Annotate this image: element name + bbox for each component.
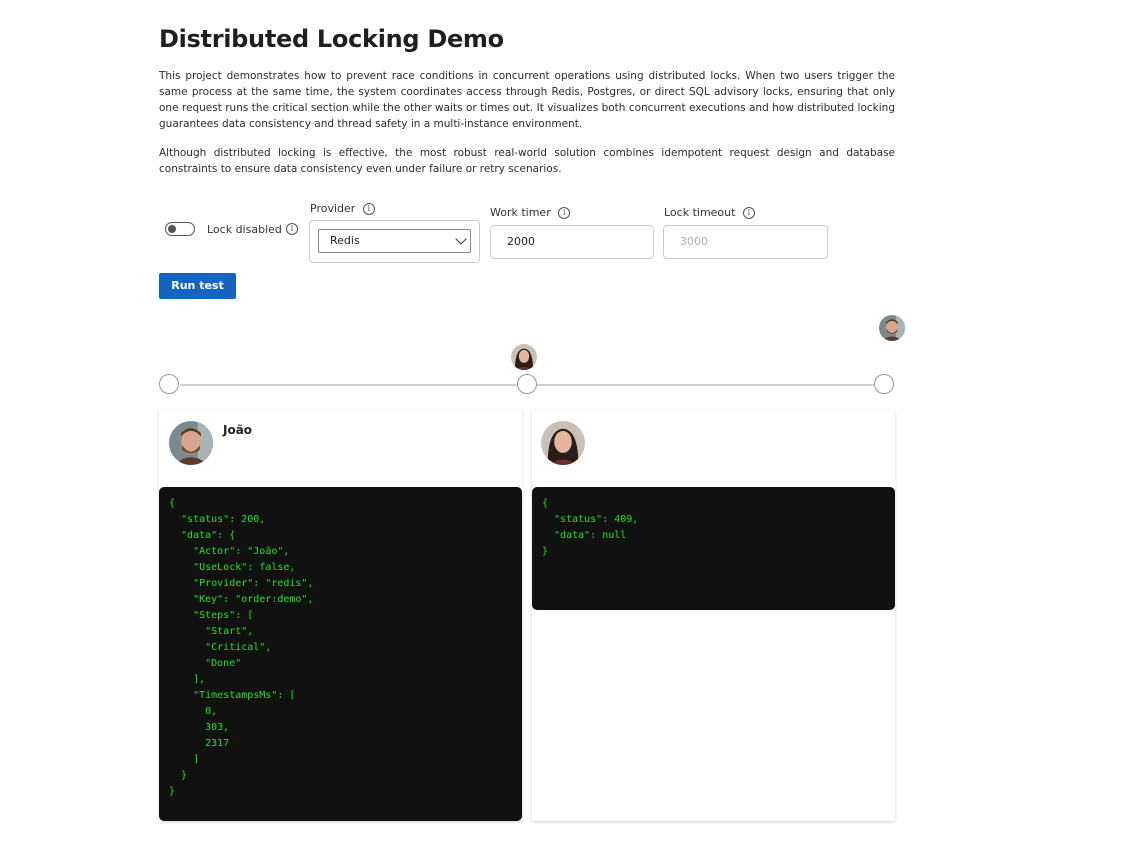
timeline-node-start — [159, 374, 179, 394]
project-note: Although distributed locking is effectiv… — [159, 147, 895, 175]
actor-name: João — [223, 423, 253, 437]
lock-toggle-group: Lock disabled i — [165, 222, 298, 236]
result-card: { "status": 409, "data": null } — [532, 410, 895, 821]
lock-timeout-label-group: Lock timeout i — [664, 206, 755, 219]
timeline-node-end — [874, 374, 894, 394]
provider-selected-value: Redis — [330, 234, 360, 247]
response-json: { "status": 409, "data": null } — [532, 487, 895, 610]
page-title: Distributed Locking Demo — [159, 25, 504, 53]
provider-field: Redis — [309, 220, 480, 263]
lock-timeout-info-icon[interactable]: i — [742, 207, 755, 219]
timeline-avatar-second-user — [511, 344, 537, 370]
lock-toggle-label: Lock disabled — [207, 222, 282, 236]
work-timer-input[interactable]: 2000 — [490, 225, 654, 259]
lock-timeout-input[interactable]: 3000 — [663, 225, 828, 259]
provider-label: Provider — [310, 202, 356, 215]
work-timer-label: Work timer — [490, 206, 551, 219]
timeline-avatar-joao — [879, 315, 905, 341]
provider-select[interactable]: Redis — [318, 229, 471, 253]
provider-info-icon[interactable]: i — [362, 203, 375, 215]
response-json: { "status": 200, "data": { "Actor": "Joã… — [159, 487, 522, 821]
provider-label-group: Provider i — [310, 202, 375, 215]
work-timer-info-icon[interactable]: i — [558, 207, 571, 219]
lock-info-icon[interactable]: i — [285, 223, 298, 235]
toggle-knob — [168, 224, 176, 233]
lock-timeout-label: Lock timeout — [664, 206, 736, 219]
work-timer-label-group: Work timer i — [490, 206, 571, 219]
timeline-node-middle — [517, 374, 537, 394]
avatar — [169, 421, 213, 465]
avatar — [541, 421, 585, 465]
result-card: João { "status": 200, "data": { "Actor":… — [159, 410, 522, 821]
chevron-down-icon — [455, 233, 467, 245]
run-test-button[interactable]: Run test — [159, 273, 236, 299]
lock-toggle[interactable] — [165, 222, 195, 236]
project-description: This project demonstrates how to prevent… — [159, 70, 895, 130]
